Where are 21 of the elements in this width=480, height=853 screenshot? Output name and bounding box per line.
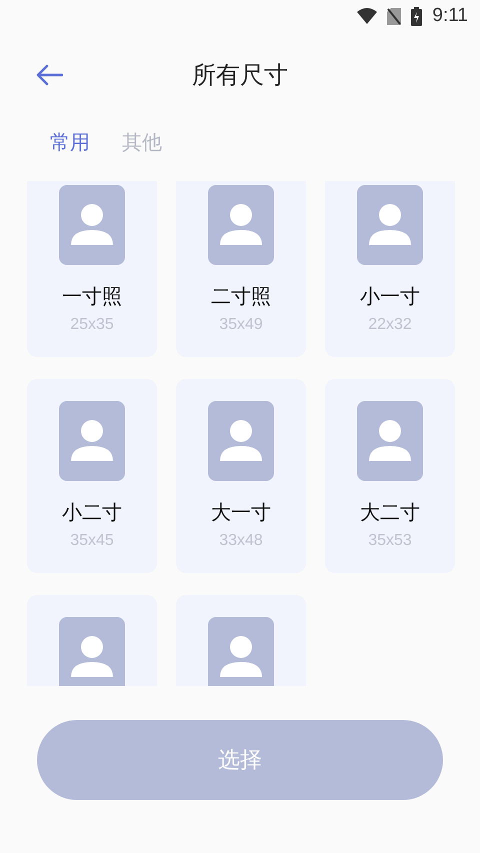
portrait-icon <box>357 185 423 265</box>
back-arrow-icon[interactable] <box>35 64 63 86</box>
battery-icon <box>411 6 422 26</box>
size-name: 一寸照 <box>62 283 122 310</box>
size-name: 大二寸 <box>360 499 420 526</box>
status-time: 9:11 <box>432 5 468 27</box>
page-title: 所有尺寸 <box>192 60 288 91</box>
size-name: 小二寸 <box>62 499 122 526</box>
size-name: 二寸照 <box>211 283 271 310</box>
size-name: 大一寸 <box>211 499 271 526</box>
portrait-icon <box>59 401 125 481</box>
size-name: 小一寸 <box>360 283 420 310</box>
portrait-icon <box>208 401 274 481</box>
category-tab[interactable]: 常用 <box>50 128 90 156</box>
portrait-icon <box>59 185 125 265</box>
portrait-icon <box>208 185 274 265</box>
no-sim-icon <box>387 8 402 24</box>
portrait-icon <box>208 617 274 686</box>
portrait-icon <box>357 401 423 481</box>
portrait-icon <box>59 617 125 686</box>
wifi-icon <box>357 8 378 24</box>
